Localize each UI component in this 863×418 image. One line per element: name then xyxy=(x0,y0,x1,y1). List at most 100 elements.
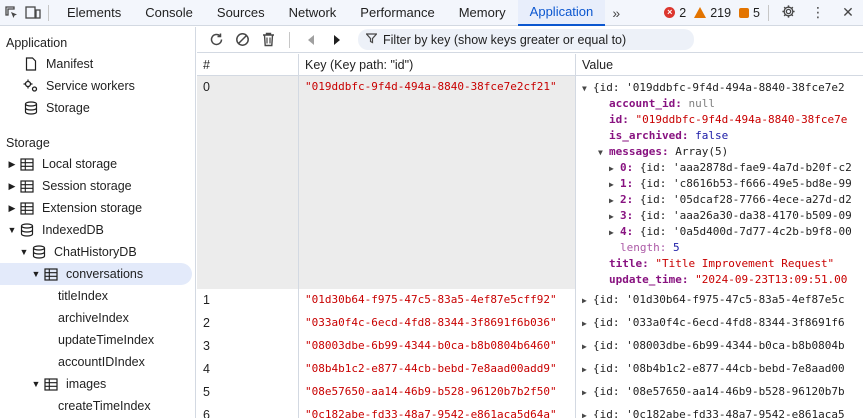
collapse-arrow-icon[interactable]: ▼ xyxy=(582,81,593,97)
sidebar-item-updatetimeindex[interactable]: updateTimeIndex xyxy=(58,329,154,351)
gears-icon xyxy=(22,79,40,93)
expand-arrow-icon[interactable]: ▶ xyxy=(582,342,593,351)
inspect-element-icon[interactable] xyxy=(0,0,22,26)
issues-icon xyxy=(739,7,750,18)
devtools-tab-bar: Elements Console Sources Network Perform… xyxy=(0,0,863,26)
settings-gear-icon[interactable] xyxy=(777,4,799,22)
issues-counter[interactable]: 5 xyxy=(739,6,760,20)
row-value[interactable]: ▶ {id: '08e57650-aa14-46b9-b528-96120b7b xyxy=(582,385,845,398)
prop-length: length: 5 xyxy=(620,241,680,254)
data-toolbar: Filter by key (show keys greater or equa… xyxy=(197,27,863,53)
row-key: "01d30b64-f975-47c5-83a5-4ef87e5cff92" xyxy=(305,293,557,306)
error-icon: × xyxy=(664,7,676,18)
row-key: "08b4b1c2-e877-44cb-bebd-7e8aad00add9" xyxy=(305,362,557,375)
row-number: 5 xyxy=(197,381,299,404)
message-item[interactable]: ▶ 4: {id: '0a5d400d-7d77-4c2b-b9f8-00 xyxy=(582,224,863,240)
sidebar-item-accountidindex[interactable]: accountIDIndex xyxy=(58,351,145,373)
more-tabs-icon[interactable]: » xyxy=(605,5,627,21)
column-header-key[interactable]: Key (Key path: "id") xyxy=(299,54,576,75)
message-item[interactable]: ▶ 0: {id: 'aaa2878d-fae9-4a7d-b20f-c2 xyxy=(582,160,863,176)
expand-arrow-icon[interactable]: ▶ xyxy=(609,225,620,241)
prop-messages[interactable]: ▼ messages: Array(5) xyxy=(582,144,863,160)
prop-title: title: "Title Improvement Request" xyxy=(609,257,835,270)
expand-arrow-icon[interactable]: ▶ xyxy=(609,177,620,193)
tab-console[interactable]: Console xyxy=(133,0,205,26)
tab-memory[interactable]: Memory xyxy=(447,0,518,26)
collapse-arrow-icon[interactable]: ▼ xyxy=(30,269,42,279)
close-icon[interactable]: ✕ xyxy=(837,4,859,21)
collapse-arrow-icon[interactable]: ▼ xyxy=(598,145,609,161)
row-value[interactable]: ▶ {id: '08003dbe-6b99-4344-b0ca-b8b0804b xyxy=(582,339,845,352)
row-number: 1 xyxy=(197,289,299,312)
sidebar-item-conversations[interactable]: ▼ conversations xyxy=(0,263,192,285)
table-row[interactable]: 0 "019ddbfc-9f4d-494a-8840-38fce7e2cf21"… xyxy=(197,76,863,289)
table-row[interactable]: 3 "08003dbe-6b99-4344-b0ca-b8b0804b6460"… xyxy=(197,335,863,358)
sidebar-item-service-workers[interactable]: Service workers xyxy=(22,75,135,97)
expand-arrow-icon[interactable]: ▶ xyxy=(582,296,593,305)
table-icon xyxy=(18,201,36,215)
expand-arrow-icon[interactable]: ▶ xyxy=(582,388,593,397)
more-options-icon[interactable]: ⋮ xyxy=(807,4,829,21)
row-number: 0 xyxy=(197,76,299,289)
message-item[interactable]: ▶ 3: {id: 'aaa26a30-da38-4170-b509-09 xyxy=(582,208,863,224)
clear-object-store-icon[interactable] xyxy=(231,29,253,51)
row-value[interactable]: ▶ {id: '01d30b64-f975-47c5-83a5-4ef87e5c xyxy=(582,293,845,306)
object-store-table: # Key (Key path: "id") Value 0 "019ddbfc… xyxy=(197,54,863,418)
tab-application[interactable]: Application xyxy=(517,0,606,26)
error-counter[interactable]: × 2 xyxy=(664,6,686,20)
sidebar-item-titleindex[interactable]: titleIndex xyxy=(58,285,108,307)
sidebar-item-createtimeindex[interactable]: createTimeIndex xyxy=(58,395,151,417)
expand-arrow-icon[interactable]: ▶ xyxy=(609,209,620,225)
tab-elements[interactable]: Elements xyxy=(55,0,133,26)
next-page-icon[interactable] xyxy=(326,29,348,51)
document-icon xyxy=(22,57,40,71)
column-header-number[interactable]: # xyxy=(197,54,299,75)
table-icon xyxy=(42,377,60,391)
indexeddb-object-store-view: Filter by key (show keys greater or equa… xyxy=(197,27,863,418)
table-row[interactable]: 5 "08e57650-aa14-46b9-b528-96120b7b2f50"… xyxy=(197,381,863,404)
sidebar-item-storage[interactable]: Storage xyxy=(22,97,90,119)
tab-performance[interactable]: Performance xyxy=(348,0,446,26)
collapse-arrow-icon[interactable]: ▼ xyxy=(30,379,42,389)
sidebar-item-local-storage[interactable]: ▶ Local storage xyxy=(6,153,118,175)
table-row[interactable]: 4 "08b4b1c2-e877-44cb-bebd-7e8aad00add9"… xyxy=(197,358,863,381)
sidebar-item-extension-storage[interactable]: ▶ Extension storage xyxy=(6,197,143,219)
expand-arrow-icon[interactable]: ▶ xyxy=(6,203,18,214)
sidebar-item-images[interactable]: ▼ images xyxy=(30,373,107,395)
collapse-arrow-icon[interactable]: ▼ xyxy=(18,247,30,257)
warning-counter[interactable]: 219 xyxy=(694,6,731,20)
filter-funnel-icon xyxy=(365,32,378,47)
expand-arrow-icon[interactable]: ▶ xyxy=(6,181,18,192)
refresh-icon[interactable] xyxy=(205,29,227,51)
row-value[interactable]: ▶ {id: '08b4b1c2-e877-44cb-bebd-7e8aad00 xyxy=(582,362,845,375)
row-value[interactable]: ▶ {id: '0c182abe-fd33-48a7-9542-e861aca5 xyxy=(582,408,845,418)
tab-network[interactable]: Network xyxy=(277,0,349,26)
sidebar-item-archiveindex[interactable]: archiveIndex xyxy=(58,307,129,329)
device-toolbar-icon[interactable] xyxy=(22,0,44,26)
expand-arrow-icon[interactable]: ▶ xyxy=(582,365,593,374)
previous-page-icon[interactable] xyxy=(300,29,322,51)
expand-arrow-icon[interactable]: ▶ xyxy=(609,161,620,177)
delete-selected-icon[interactable] xyxy=(257,29,279,51)
sidebar-item-manifest[interactable]: Manifest xyxy=(22,53,93,75)
filter-by-key-input[interactable]: Filter by key (show keys greater or equa… xyxy=(358,29,694,50)
sidebar-item-indexeddb[interactable]: ▼ IndexedDB xyxy=(6,219,104,241)
collapse-arrow-icon[interactable]: ▼ xyxy=(6,225,18,235)
table-icon xyxy=(18,179,36,193)
expand-arrow-icon[interactable]: ▶ xyxy=(582,319,593,328)
warning-icon xyxy=(694,7,707,18)
message-item[interactable]: ▶ 1: {id: 'c8616b53-f666-49e5-bd8e-99 xyxy=(582,176,863,192)
row-value[interactable]: ▶ {id: '033a0f4c-6ecd-4fd8-8344-3f8691f6 xyxy=(582,316,845,329)
table-row[interactable]: 2 "033a0f4c-6ecd-4fd8-8344-3f8691f6b036"… xyxy=(197,312,863,335)
table-row[interactable]: 6 "0c182abe-fd33-48a7-9542-e861aca5d64a"… xyxy=(197,404,863,418)
message-item[interactable]: ▶ 2: {id: '05dcaf28-7766-4ece-a27d-d2 xyxy=(582,192,863,208)
expand-arrow-icon[interactable]: ▶ xyxy=(609,193,620,209)
value-summary[interactable]: ▼ {id: '019ddbfc-9f4d-494a-8840-38fce7e2 xyxy=(582,80,863,96)
expand-arrow-icon[interactable]: ▶ xyxy=(6,159,18,170)
column-header-value[interactable]: Value xyxy=(576,54,863,75)
expand-arrow-icon[interactable]: ▶ xyxy=(582,411,593,418)
sidebar-item-chathistorydb[interactable]: ▼ ChatHistoryDB xyxy=(18,241,137,263)
table-row[interactable]: 1 "01d30b64-f975-47c5-83a5-4ef87e5cff92"… xyxy=(197,289,863,312)
tab-sources[interactable]: Sources xyxy=(205,0,277,26)
sidebar-item-session-storage[interactable]: ▶ Session storage xyxy=(6,175,132,197)
